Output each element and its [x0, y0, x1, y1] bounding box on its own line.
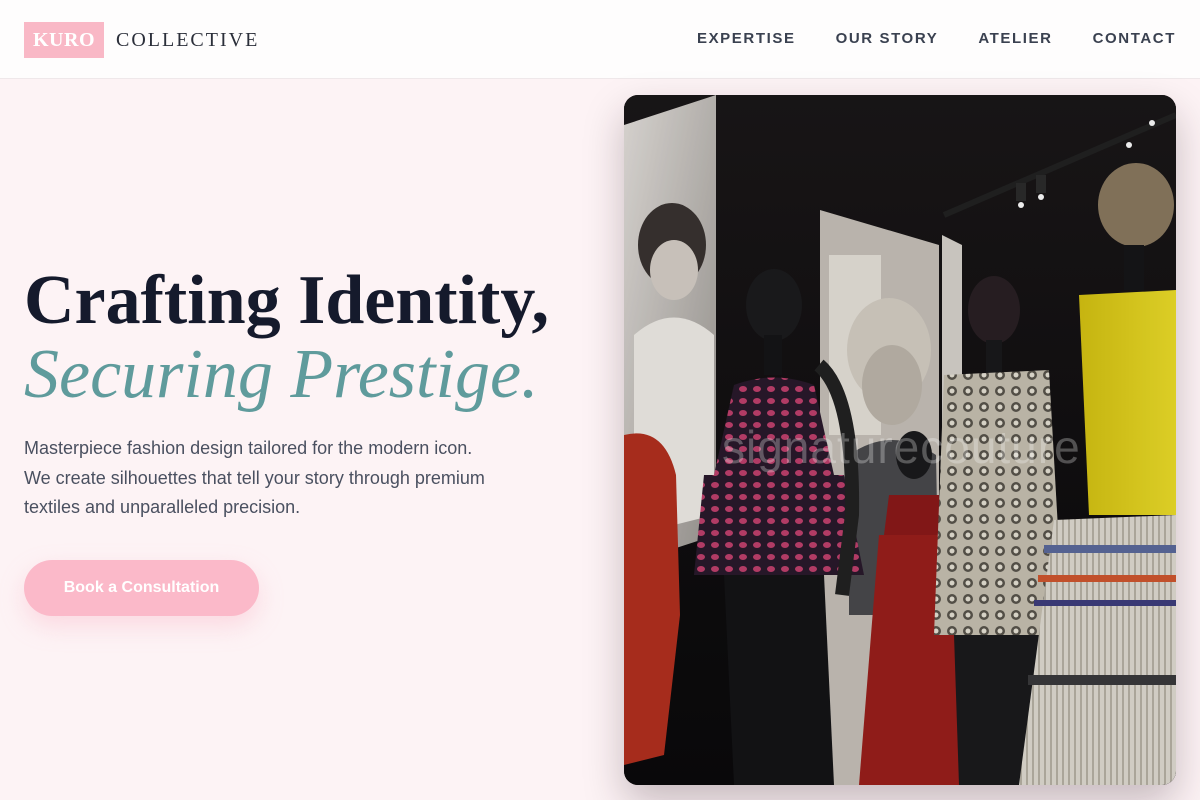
nav-contact[interactable]: CONTACT [1093, 30, 1176, 48]
main-nav: EXPERTISE OUR STORY ATELIER CONTACT [697, 30, 1176, 48]
watermark-text: signaturecouture [722, 421, 1081, 473]
hero-headline: Crafting Identity, [24, 262, 549, 339]
hero-photo: signaturecouture [624, 95, 1176, 785]
hero-description: Masterpiece fashion design tailored for … [24, 438, 485, 517]
brand-logo-box[interactable]: KURO [24, 22, 104, 58]
nav-our-story[interactable]: OUR STORY [836, 30, 939, 48]
nav-expertise[interactable]: EXPERTISE [697, 30, 796, 48]
brand-name[interactable]: COLLECTIVE [116, 28, 259, 52]
book-consultation-button[interactable]: Book a Consultation [24, 560, 259, 616]
hero-headline-accent: Securing Prestige. [24, 336, 539, 413]
nav-atelier[interactable]: ATELIER [978, 30, 1052, 48]
site-header: KURO COLLECTIVE EXPERTISE OUR STORY ATEL… [0, 0, 1200, 79]
